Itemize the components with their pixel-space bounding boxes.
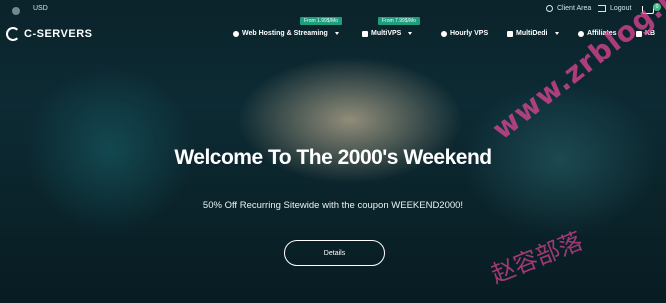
server-icon bbox=[507, 30, 513, 37]
details-button[interactable]: Details bbox=[284, 240, 385, 266]
hero-title: Welcome To The 2000's Weekend bbox=[174, 146, 492, 169]
nav-label: Hourly VPS bbox=[450, 30, 489, 37]
promo-badge-web-hosting: From 1.99$/Mo bbox=[300, 17, 342, 25]
nav-item-hourly-vps[interactable]: Hourly VPS bbox=[441, 30, 488, 37]
nav-label: MultiVPS bbox=[371, 30, 402, 37]
nav-label: MultiDedi bbox=[516, 30, 548, 37]
nav-item-multidedi[interactable]: MultiDedi bbox=[507, 30, 559, 37]
user-icon bbox=[546, 5, 553, 12]
promo-badge-multivps: From 7.99$/Mo bbox=[378, 17, 420, 25]
eye-icon bbox=[578, 30, 584, 37]
monitor-icon bbox=[362, 30, 368, 37]
hero-subtitle: 50% Off Recurring Sitewide with the coup… bbox=[202, 200, 464, 211]
clock-icon bbox=[441, 30, 447, 37]
client-area-link[interactable]: Client Area bbox=[546, 5, 591, 12]
currency-flag-icon[interactable] bbox=[12, 7, 20, 15]
logout-icon bbox=[598, 5, 606, 12]
currency-selector[interactable]: USD bbox=[33, 5, 48, 12]
nav-item-multivps[interactable]: MultiVPS bbox=[362, 30, 413, 37]
server-icon bbox=[233, 30, 239, 37]
hero-banner: USD Client Area Logout 0 C-SERVERS From … bbox=[0, 0, 666, 303]
nav-item-web-hosting[interactable]: Web Hosting & Streaming bbox=[233, 30, 339, 37]
main-nav: Web Hosting & Streaming MultiVPS Hourly … bbox=[0, 27, 666, 43]
nav-label: Web Hosting & Streaming bbox=[242, 30, 328, 37]
chevron-down-icon bbox=[334, 32, 339, 35]
client-area-label: Client Area bbox=[557, 5, 592, 12]
chevron-down-icon bbox=[554, 32, 559, 35]
chevron-down-icon bbox=[408, 32, 413, 35]
